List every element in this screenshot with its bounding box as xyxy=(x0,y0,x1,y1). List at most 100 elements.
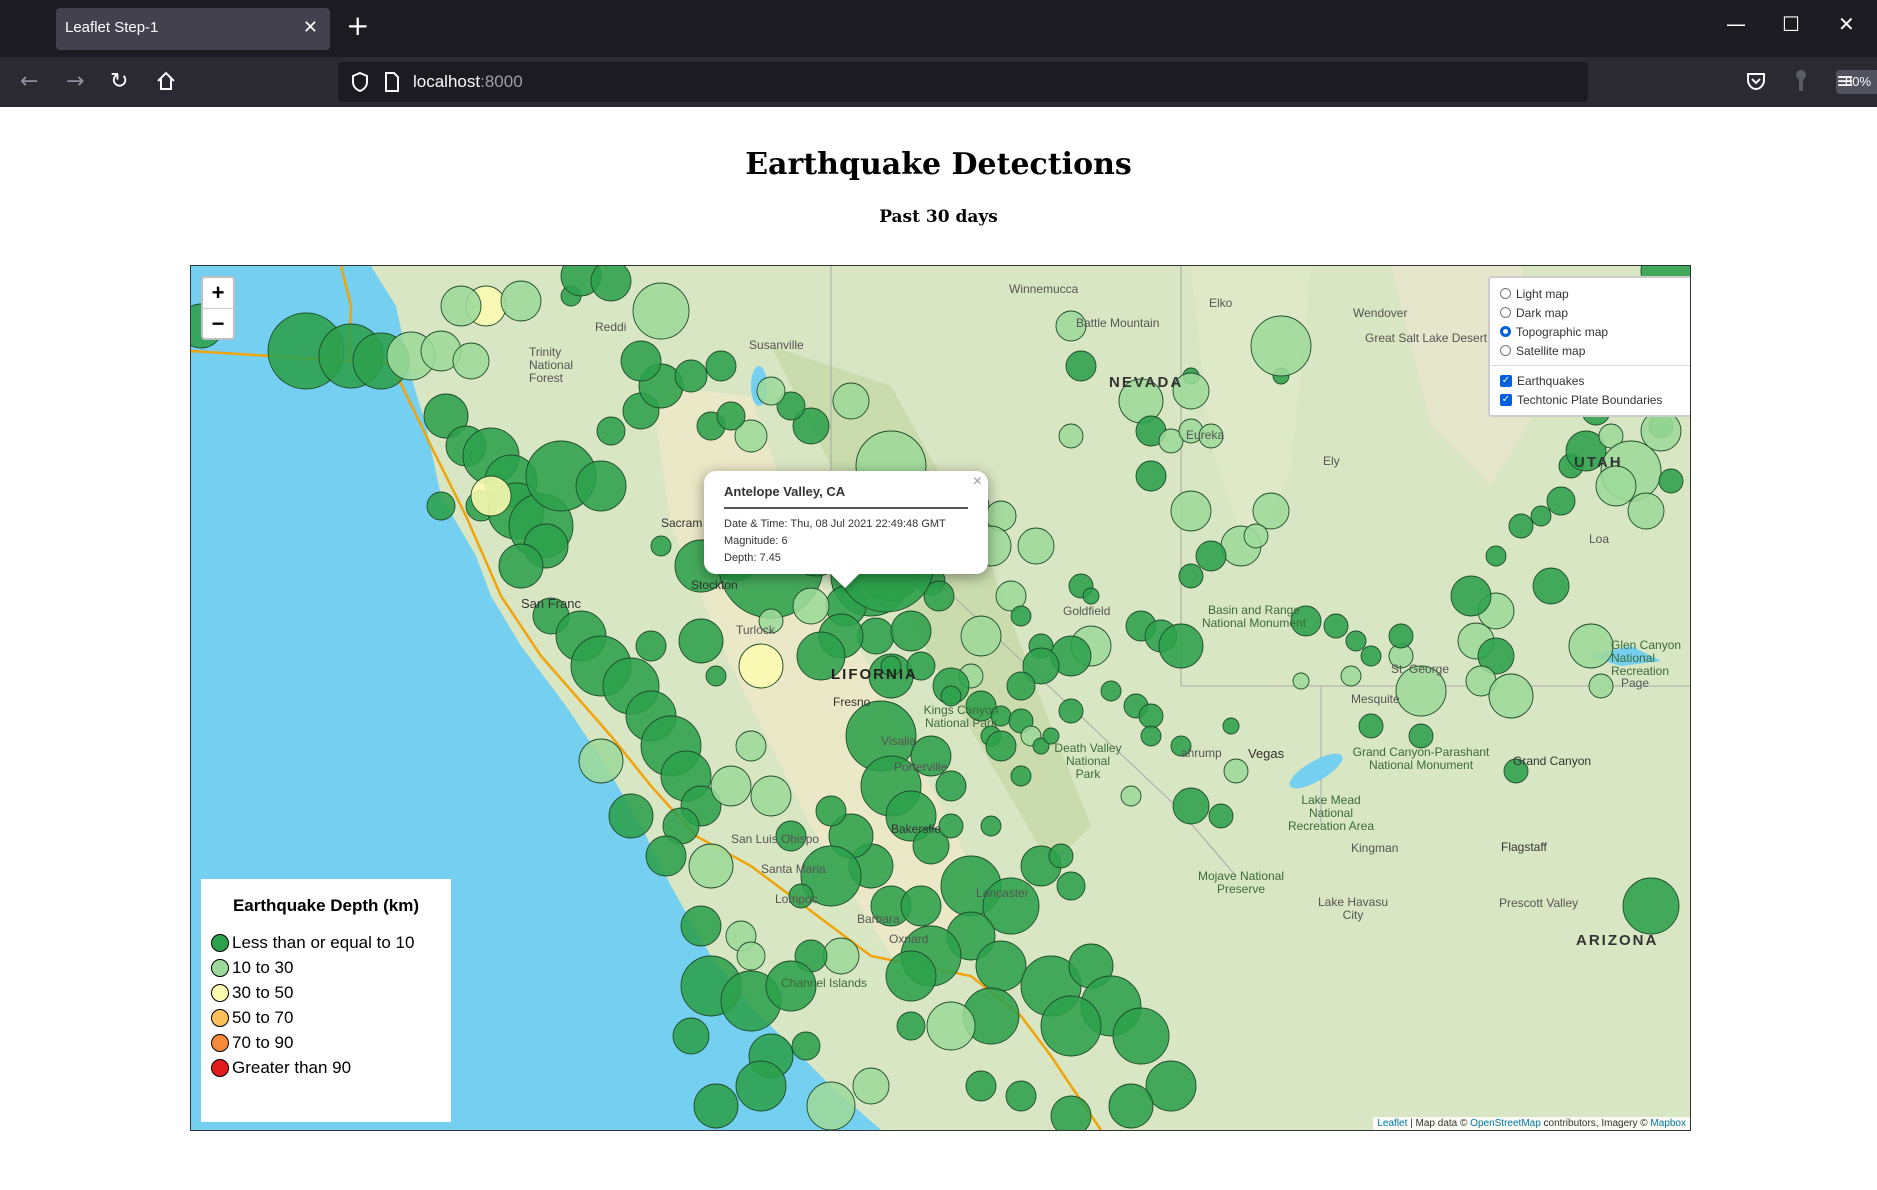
menu-hamburger-icon[interactable]: ≡ xyxy=(1836,70,1854,94)
minimize-icon[interactable]: — xyxy=(1726,14,1746,34)
shield-icon[interactable] xyxy=(350,71,370,97)
radio-icon[interactable] xyxy=(1500,307,1511,318)
city-bakersfield: Bakersfie xyxy=(891,822,942,836)
window-close-icon[interactable]: ✕ xyxy=(1838,14,1855,34)
state-label-utah: UTAH xyxy=(1574,454,1623,471)
region-great-salt-lake-desert: Great Salt Lake Desert xyxy=(1365,331,1488,345)
radio-selected-icon[interactable] xyxy=(1500,326,1511,337)
city-prescott-valley: Prescott Valley xyxy=(1499,896,1579,910)
layer-separator xyxy=(1490,365,1690,366)
layer-option-dark[interactable]: Dark map xyxy=(1500,303,1690,322)
depth-legend: Earthquake Depth (km) Less than or equal… xyxy=(201,879,451,1122)
legend-swatch xyxy=(211,984,229,1002)
state-label-arizona: ARIZONA xyxy=(1576,932,1659,949)
city-wendover: Wendover xyxy=(1353,306,1408,320)
radio-icon[interactable] xyxy=(1500,288,1511,299)
browser-tab[interactable]: Leaflet Step-1 ✕ xyxy=(56,8,330,50)
browser-tab-strip: Leaflet Step-1 ✕ + — ☐ ✕ xyxy=(0,0,1877,57)
city-lake-havasu: Lake Havasu City xyxy=(1317,895,1389,922)
city-grand-canyon: Grand Canyon xyxy=(1513,754,1592,768)
park-kings-canyon: Kings Canyon National Park xyxy=(923,703,999,730)
legend-swatch xyxy=(211,1009,229,1027)
url-port: :8000 xyxy=(480,72,523,91)
address-bar[interactable]: localhost:8000 80% ☆ xyxy=(338,62,1877,102)
city-elko: Elko xyxy=(1209,296,1233,310)
zoom-in-button[interactable]: + xyxy=(203,278,233,309)
layer-option-topographic[interactable]: Topographic map xyxy=(1500,322,1690,341)
layer-label: Dark map xyxy=(1516,305,1569,320)
extension-key-icon[interactable] xyxy=(1794,69,1808,99)
state-label-nevada: NEVADA xyxy=(1109,374,1184,391)
leaflet-map[interactable]: NEVADA UTAH LIFORNIA ARIZONA Winnemucca … xyxy=(190,265,1691,1131)
layer-label: Satellite map xyxy=(1516,343,1586,358)
city-ely: Ely xyxy=(1323,454,1340,468)
url-text[interactable]: localhost:8000 xyxy=(413,72,523,92)
attribution-text: | Map data © xyxy=(1407,1118,1471,1129)
tab-close-icon[interactable]: ✕ xyxy=(303,17,318,38)
pocket-icon[interactable] xyxy=(1745,70,1767,98)
legend-swatch xyxy=(211,959,229,977)
city-eureka: Eureka xyxy=(1186,428,1225,442)
page-icon[interactable] xyxy=(384,72,400,96)
city-fresno: Fresno xyxy=(833,695,871,709)
city-las-vegas: Vegas xyxy=(1248,746,1285,761)
layer-option-satellite[interactable]: Satellite map xyxy=(1500,341,1690,360)
city-san-francisco: San Franc xyxy=(521,596,581,611)
layer-option-light[interactable]: Light map xyxy=(1500,284,1690,303)
city-santa-maria: Santa Maria xyxy=(761,862,826,876)
radio-icon[interactable] xyxy=(1500,345,1511,356)
maximize-icon[interactable]: ☐ xyxy=(1782,14,1800,34)
legend-label: 30 to 50 xyxy=(232,983,294,1002)
legend-item: Greater than 90 xyxy=(211,1058,351,1078)
overlay-label: Techtonic Plate Boundaries xyxy=(1517,392,1663,407)
city-goldfield: Goldfield xyxy=(1063,604,1111,618)
park-death-valley: Death Valley National Park xyxy=(1054,741,1122,781)
city-sacramento: Sacram xyxy=(661,516,703,530)
city-santa-barbara: Barbara xyxy=(857,912,900,926)
checkbox-checked-icon[interactable]: ✓ xyxy=(1500,393,1512,406)
legend-title: Earthquake Depth (km) xyxy=(232,896,420,915)
legend-label: 50 to 70 xyxy=(232,1008,294,1027)
popup-close-button[interactable]: × xyxy=(973,473,982,491)
monument-grand-canyon-parashant: Grand Canyon-Parashant National Monument xyxy=(1352,745,1490,772)
zoom-out-button[interactable]: − xyxy=(203,309,233,339)
city-lompoc: Lompoc xyxy=(775,892,818,906)
city-flagstaff: Flagstaff xyxy=(1501,840,1547,854)
layer-label: Topographic map xyxy=(1516,324,1609,339)
monument-basin-and-range: Basin and Range National Monument xyxy=(1201,603,1307,630)
new-tab-icon[interactable]: + xyxy=(346,12,369,40)
legend-swatch xyxy=(211,1034,229,1052)
legend-label: Less than or equal to 10 xyxy=(232,933,415,952)
overlay-option-earthquakes[interactable]: ✓ Earthquakes xyxy=(1500,371,1690,390)
city-battle-mountain: Battle Mountain xyxy=(1076,316,1160,330)
legend-swatch xyxy=(211,1059,229,1077)
reload-icon[interactable]: ↻ xyxy=(110,70,128,94)
popup-datetime: Date & Time: Thu, 08 Jul 2021 22:49:48 G… xyxy=(724,518,946,530)
legend-item: 10 to 30 xyxy=(211,958,293,978)
forward-icon[interactable]: → xyxy=(66,70,84,94)
legend-item: 70 to 90 xyxy=(211,1033,293,1053)
city-porterville: Porterville xyxy=(894,760,948,774)
page-subtitle: Past 30 days xyxy=(879,207,998,227)
legend-swatch xyxy=(211,934,229,952)
mapbox-link[interactable]: Mapbox xyxy=(1650,1118,1686,1129)
city-pahrump: ahrump xyxy=(1181,746,1222,760)
legend-label: Greater than 90 xyxy=(232,1058,352,1077)
leaflet-link[interactable]: Leaflet xyxy=(1377,1118,1407,1129)
city-stockton: Stockton xyxy=(691,578,738,592)
legend-label: 10 to 30 xyxy=(232,958,294,977)
forest-trinity: Trinity National Forest xyxy=(529,345,574,385)
checkbox-checked-icon[interactable]: ✓ xyxy=(1500,374,1512,387)
state-label-california: LIFORNIA xyxy=(831,666,918,683)
city-kingman: Kingman xyxy=(1351,841,1399,855)
city-redding: Reddi xyxy=(595,320,627,334)
popup-place: Antelope Valley, CA xyxy=(724,484,846,499)
park-channel-islands: Channel Islands xyxy=(781,976,868,990)
web-page: Earthquake Detections Past 30 days NEVAD… xyxy=(0,107,1877,1190)
legend-item: Less than or equal to 10 xyxy=(211,933,414,953)
home-icon[interactable] xyxy=(155,70,177,98)
osm-link[interactable]: OpenStreetMap xyxy=(1470,1118,1541,1129)
back-icon[interactable]: ← xyxy=(20,70,38,94)
preserve-mojave: Mojave National Preserve xyxy=(1197,869,1285,896)
overlay-option-plates[interactable]: ✓ Techtonic Plate Boundaries xyxy=(1500,390,1690,409)
